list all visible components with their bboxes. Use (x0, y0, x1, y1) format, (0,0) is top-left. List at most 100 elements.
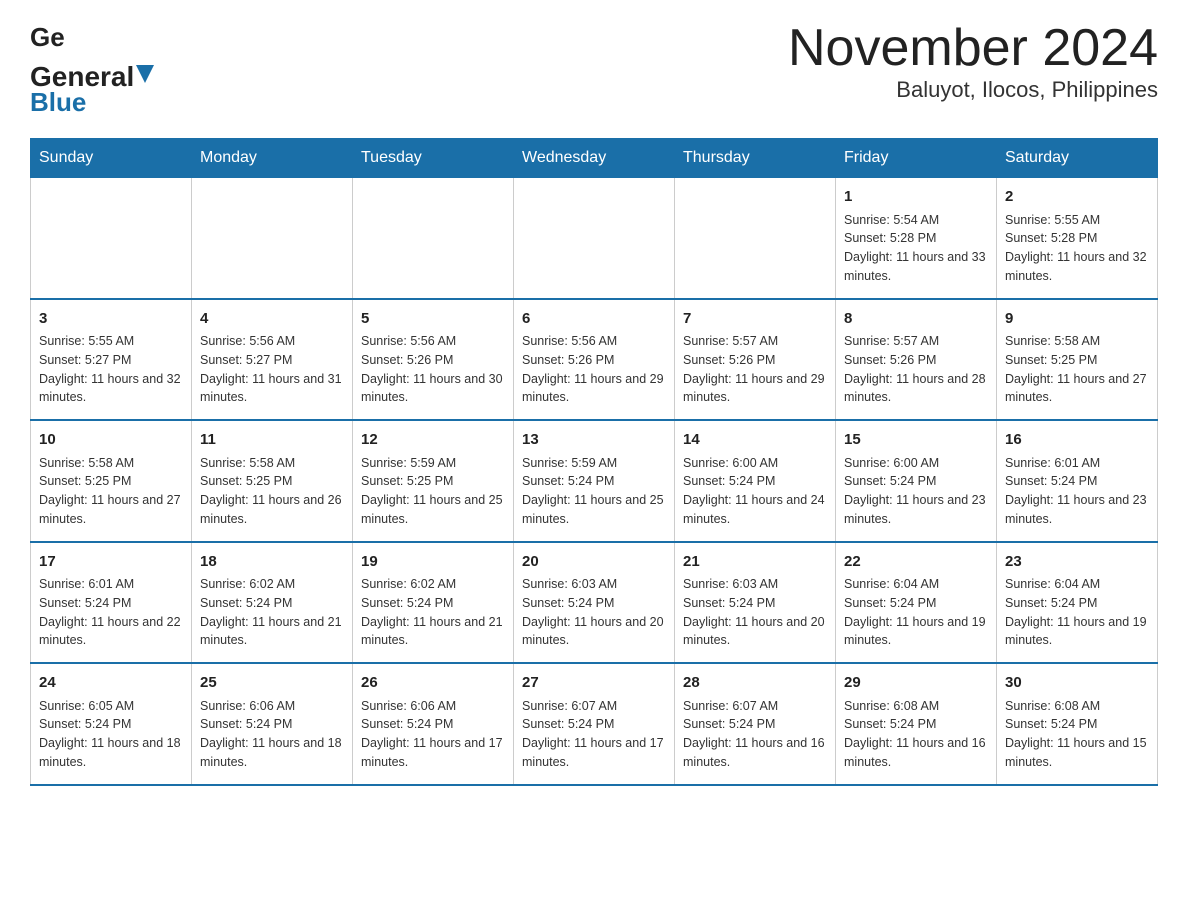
day-info: Sunrise: 5:56 AMSunset: 5:26 PMDaylight:… (361, 332, 505, 407)
day-info: Sunrise: 6:00 AMSunset: 5:24 PMDaylight:… (844, 454, 988, 529)
calendar-week-row: 3Sunrise: 5:55 AMSunset: 5:27 PMDaylight… (31, 299, 1158, 421)
day-number: 19 (361, 551, 505, 574)
calendar-cell: 28Sunrise: 6:07 AMSunset: 5:24 PMDayligh… (675, 663, 836, 785)
day-number: 23 (1005, 551, 1149, 574)
day-info: Sunrise: 6:07 AMSunset: 5:24 PMDaylight:… (522, 697, 666, 772)
calendar-cell: 13Sunrise: 5:59 AMSunset: 5:24 PMDayligh… (514, 420, 675, 542)
calendar-week-row: 24Sunrise: 6:05 AMSunset: 5:24 PMDayligh… (31, 663, 1158, 785)
day-info: Sunrise: 5:56 AMSunset: 5:27 PMDaylight:… (200, 332, 344, 407)
page-subtitle: Baluyot, Ilocos, Philippines (788, 77, 1158, 103)
calendar-week-row: 10Sunrise: 5:58 AMSunset: 5:25 PMDayligh… (31, 420, 1158, 542)
day-number: 5 (361, 308, 505, 331)
day-number: 14 (683, 429, 827, 452)
day-of-week-header: Wednesday (514, 139, 675, 178)
calendar-cell: 29Sunrise: 6:08 AMSunset: 5:24 PMDayligh… (836, 663, 997, 785)
day-info: Sunrise: 5:54 AMSunset: 5:28 PMDaylight:… (844, 211, 988, 286)
day-info: Sunrise: 6:06 AMSunset: 5:24 PMDaylight:… (200, 697, 344, 772)
day-info: Sunrise: 6:03 AMSunset: 5:24 PMDaylight:… (522, 575, 666, 650)
calendar-cell (31, 178, 192, 299)
calendar-cell: 25Sunrise: 6:06 AMSunset: 5:24 PMDayligh… (192, 663, 353, 785)
calendar-cell: 23Sunrise: 6:04 AMSunset: 5:24 PMDayligh… (997, 542, 1158, 664)
day-info: Sunrise: 5:59 AMSunset: 5:24 PMDaylight:… (522, 454, 666, 529)
day-number: 29 (844, 672, 988, 695)
calendar-cell: 16Sunrise: 6:01 AMSunset: 5:24 PMDayligh… (997, 420, 1158, 542)
day-info: Sunrise: 5:57 AMSunset: 5:26 PMDaylight:… (683, 332, 827, 407)
day-info: Sunrise: 6:06 AMSunset: 5:24 PMDaylight:… (361, 697, 505, 772)
day-number: 3 (39, 308, 183, 331)
day-number: 15 (844, 429, 988, 452)
day-number: 17 (39, 551, 183, 574)
day-number: 27 (522, 672, 666, 695)
page-header: General General Blue November 2024 Baluy… (30, 20, 1158, 118)
day-info: Sunrise: 5:58 AMSunset: 5:25 PMDaylight:… (200, 454, 344, 529)
calendar-cell: 10Sunrise: 5:58 AMSunset: 5:25 PMDayligh… (31, 420, 192, 542)
logo-blue-text: Blue (30, 87, 86, 118)
calendar-cell: 18Sunrise: 6:02 AMSunset: 5:24 PMDayligh… (192, 542, 353, 664)
calendar-cell: 26Sunrise: 6:06 AMSunset: 5:24 PMDayligh… (353, 663, 514, 785)
calendar-cell: 12Sunrise: 5:59 AMSunset: 5:25 PMDayligh… (353, 420, 514, 542)
calendar-cell: 27Sunrise: 6:07 AMSunset: 5:24 PMDayligh… (514, 663, 675, 785)
day-number: 7 (683, 308, 827, 331)
calendar-cell: 15Sunrise: 6:00 AMSunset: 5:24 PMDayligh… (836, 420, 997, 542)
calendar-cell: 2Sunrise: 5:55 AMSunset: 5:28 PMDaylight… (997, 178, 1158, 299)
day-info: Sunrise: 5:58 AMSunset: 5:25 PMDaylight:… (39, 454, 183, 529)
day-info: Sunrise: 6:00 AMSunset: 5:24 PMDaylight:… (683, 454, 827, 529)
day-info: Sunrise: 6:02 AMSunset: 5:24 PMDaylight:… (200, 575, 344, 650)
logo-triangle-icon (136, 65, 154, 88)
day-info: Sunrise: 6:03 AMSunset: 5:24 PMDaylight:… (683, 575, 827, 650)
day-number: 26 (361, 672, 505, 695)
title-area: November 2024 Baluyot, Ilocos, Philippin… (788, 20, 1158, 103)
day-number: 9 (1005, 308, 1149, 331)
day-number: 11 (200, 429, 344, 452)
day-info: Sunrise: 6:07 AMSunset: 5:24 PMDaylight:… (683, 697, 827, 772)
day-info: Sunrise: 5:55 AMSunset: 5:28 PMDaylight:… (1005, 211, 1149, 286)
day-of-week-header: Friday (836, 139, 997, 178)
calendar-cell: 1Sunrise: 5:54 AMSunset: 5:28 PMDaylight… (836, 178, 997, 299)
day-number: 13 (522, 429, 666, 452)
day-number: 2 (1005, 186, 1149, 209)
day-of-week-header: Thursday (675, 139, 836, 178)
day-number: 8 (844, 308, 988, 331)
day-number: 30 (1005, 672, 1149, 695)
day-of-week-header: Saturday (997, 139, 1158, 178)
day-number: 21 (683, 551, 827, 574)
day-info: Sunrise: 5:57 AMSunset: 5:26 PMDaylight:… (844, 332, 988, 407)
day-info: Sunrise: 6:05 AMSunset: 5:24 PMDaylight:… (39, 697, 183, 772)
day-number: 10 (39, 429, 183, 452)
svg-text:General: General (30, 22, 66, 52)
day-number: 1 (844, 186, 988, 209)
day-number: 28 (683, 672, 827, 695)
calendar-cell: 17Sunrise: 6:01 AMSunset: 5:24 PMDayligh… (31, 542, 192, 664)
calendar-header-row: SundayMondayTuesdayWednesdayThursdayFrid… (31, 139, 1158, 178)
calendar-cell: 9Sunrise: 5:58 AMSunset: 5:25 PMDaylight… (997, 299, 1158, 421)
calendar-cell: 5Sunrise: 5:56 AMSunset: 5:26 PMDaylight… (353, 299, 514, 421)
day-number: 22 (844, 551, 988, 574)
calendar-cell: 14Sunrise: 6:00 AMSunset: 5:24 PMDayligh… (675, 420, 836, 542)
calendar-cell: 21Sunrise: 6:03 AMSunset: 5:24 PMDayligh… (675, 542, 836, 664)
day-info: Sunrise: 6:08 AMSunset: 5:24 PMDaylight:… (844, 697, 988, 772)
calendar-cell (514, 178, 675, 299)
calendar-cell: 24Sunrise: 6:05 AMSunset: 5:24 PMDayligh… (31, 663, 192, 785)
day-number: 25 (200, 672, 344, 695)
logo-icon: General (30, 20, 66, 61)
calendar-cell (353, 178, 514, 299)
calendar-table: SundayMondayTuesdayWednesdayThursdayFrid… (30, 138, 1158, 786)
calendar-cell: 19Sunrise: 6:02 AMSunset: 5:24 PMDayligh… (353, 542, 514, 664)
day-info: Sunrise: 6:01 AMSunset: 5:24 PMDaylight:… (39, 575, 183, 650)
day-info: Sunrise: 5:56 AMSunset: 5:26 PMDaylight:… (522, 332, 666, 407)
day-info: Sunrise: 6:04 AMSunset: 5:24 PMDaylight:… (1005, 575, 1149, 650)
day-info: Sunrise: 6:01 AMSunset: 5:24 PMDaylight:… (1005, 454, 1149, 529)
day-of-week-header: Monday (192, 139, 353, 178)
day-number: 20 (522, 551, 666, 574)
calendar-cell: 11Sunrise: 5:58 AMSunset: 5:25 PMDayligh… (192, 420, 353, 542)
calendar-cell: 30Sunrise: 6:08 AMSunset: 5:24 PMDayligh… (997, 663, 1158, 785)
calendar-cell: 3Sunrise: 5:55 AMSunset: 5:27 PMDaylight… (31, 299, 192, 421)
day-number: 6 (522, 308, 666, 331)
day-info: Sunrise: 5:55 AMSunset: 5:27 PMDaylight:… (39, 332, 183, 407)
calendar-cell: 8Sunrise: 5:57 AMSunset: 5:26 PMDaylight… (836, 299, 997, 421)
day-info: Sunrise: 5:59 AMSunset: 5:25 PMDaylight:… (361, 454, 505, 529)
calendar-cell (675, 178, 836, 299)
day-info: Sunrise: 6:08 AMSunset: 5:24 PMDaylight:… (1005, 697, 1149, 772)
calendar-cell: 6Sunrise: 5:56 AMSunset: 5:26 PMDaylight… (514, 299, 675, 421)
day-number: 16 (1005, 429, 1149, 452)
